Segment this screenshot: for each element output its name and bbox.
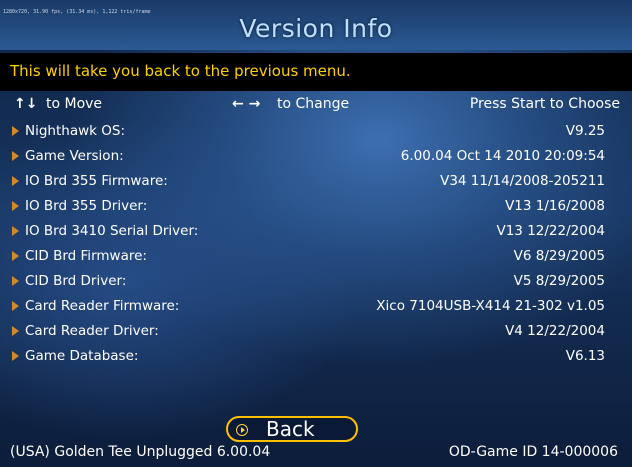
triangle-marker-icon xyxy=(12,251,19,261)
list-item[interactable]: IO Brd 355 Driver: V13 1/16/2008 xyxy=(0,196,632,221)
triangle-marker-icon xyxy=(12,351,19,361)
item-value: 6.00.04 Oct 14 2010 20:09:54 xyxy=(400,148,605,164)
back-button[interactable]: Back xyxy=(226,416,358,442)
left-right-arrows-icon: ← → xyxy=(232,96,261,112)
item-label: CID Brd Firmware: xyxy=(25,248,147,264)
list-item[interactable]: Card Reader Driver: V4 12/22/2004 xyxy=(0,321,632,346)
item-label: IO Brd 355 Firmware: xyxy=(25,173,168,189)
triangle-marker-icon xyxy=(12,326,19,336)
move-hint: to Move xyxy=(46,96,103,112)
item-value: V13 1/16/2008 xyxy=(505,198,605,214)
triangle-marker-icon xyxy=(12,301,19,311)
list-item[interactable]: CID Brd Firmware: V6 8/29/2005 xyxy=(0,246,632,271)
list-item[interactable]: Card Reader Firmware: Xico 7104USB-X414 2… xyxy=(0,296,632,321)
item-label: Card Reader Firmware: xyxy=(25,298,180,314)
game-name: (USA) Golden Tee Unplugged 6.00.04 xyxy=(10,444,271,460)
change-hint: to Change xyxy=(277,96,350,112)
list-item[interactable]: IO Brd 355 Firmware: V34 11/14/2008-20521… xyxy=(0,171,632,196)
item-label: IO Brd 3410 Serial Driver: xyxy=(25,223,199,239)
list-item[interactable]: Game Database: V6.13 xyxy=(0,346,632,371)
version-list: Nighthawk OS: V9.25 Game Version: 6.00.04 O… xyxy=(0,121,632,371)
item-label: IO Brd 355 Driver: xyxy=(25,198,148,214)
triangle-marker-icon xyxy=(12,126,19,136)
item-value: V5 8/29/2005 xyxy=(513,273,605,289)
item-value: V13 12/22/2004 xyxy=(496,223,605,239)
item-value: Xico 7104USB-X414 21-302 v1.05 xyxy=(376,298,605,314)
item-value: V6.13 xyxy=(565,348,605,364)
list-item[interactable]: CID Brd Driver: V5 8/29/2005 xyxy=(0,271,632,296)
item-value: V4 12/22/2004 xyxy=(505,323,605,339)
triangle-marker-icon xyxy=(12,176,19,186)
play-arrow-icon xyxy=(236,424,248,436)
triangle-marker-icon xyxy=(12,201,19,211)
triangle-marker-icon xyxy=(12,151,19,161)
item-value: V9.25 xyxy=(565,123,605,139)
help-prompt: This will take you back to the previous … xyxy=(10,62,351,80)
up-down-arrows-icon: ↑↓ xyxy=(14,96,38,112)
page-title: Version Info xyxy=(239,14,393,43)
item-label: Nighthawk OS: xyxy=(25,123,125,139)
list-item[interactable]: Game Version: 6.00.04 Oct 14 2010 20:09:5… xyxy=(0,146,632,171)
item-label: Card Reader Driver: xyxy=(25,323,159,339)
back-button-label: Back xyxy=(266,417,315,441)
item-value: V34 11/14/2008-205211 xyxy=(440,173,605,189)
choose-hint: Press Start to Choose xyxy=(469,96,620,112)
list-item[interactable]: Nighthawk OS: V9.25 xyxy=(0,121,632,146)
footer: (USA) Golden Tee Unplugged 6.00.04 OD-Ga… xyxy=(10,444,618,460)
control-hints: ↑↓ to Move ← → to Change Press Start to … xyxy=(8,96,620,118)
item-label: Game Database: xyxy=(25,348,139,364)
triangle-marker-icon xyxy=(12,226,19,236)
list-item[interactable]: IO Brd 3410 Serial Driver: V13 12/22/2004 xyxy=(0,221,632,246)
item-value: V6 8/29/2005 xyxy=(513,248,605,264)
triangle-marker-icon xyxy=(12,276,19,286)
item-label: Game Version: xyxy=(25,148,124,164)
game-id: OD-Game ID 14-000006 xyxy=(448,444,618,460)
item-label: CID Brd Driver: xyxy=(25,273,127,289)
